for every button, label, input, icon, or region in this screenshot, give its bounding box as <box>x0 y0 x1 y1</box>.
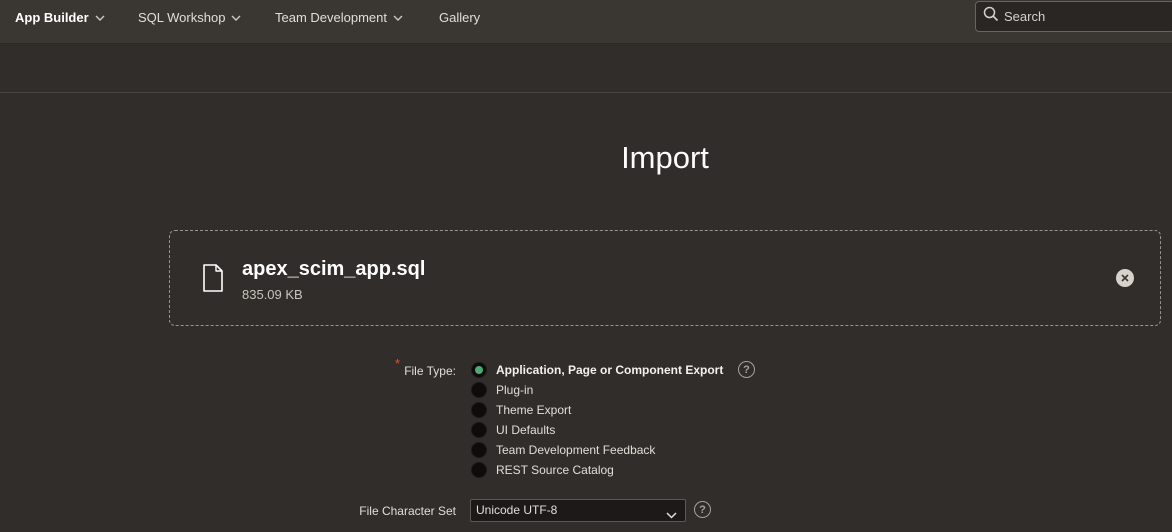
radio-rest-source-catalog[interactable]: REST Source Catalog <box>471 462 614 478</box>
radio-button[interactable] <box>471 362 487 378</box>
radio-label: Application, Page or Component Export <box>496 363 724 377</box>
radio-button[interactable] <box>471 442 487 458</box>
radio-button[interactable] <box>471 462 487 478</box>
nav-team-development-label: Team Development <box>275 10 387 25</box>
select-value: Unicode UTF-8 <box>476 503 558 517</box>
radio-label: UI Defaults <box>496 423 556 437</box>
nav-app-builder[interactable]: App Builder <box>15 0 105 36</box>
search-icon <box>983 6 999 27</box>
radio-team-development-feedback[interactable]: Team Development Feedback <box>471 442 655 458</box>
radio-ui-defaults[interactable]: UI Defaults <box>471 422 555 438</box>
nav-sql-workshop[interactable]: SQL Workshop <box>138 0 241 36</box>
help-icon[interactable]: ? <box>738 361 755 378</box>
file-icon <box>202 264 224 292</box>
radio-button[interactable] <box>471 402 487 418</box>
page-title: Import <box>621 140 709 175</box>
radio-label: REST Source Catalog <box>496 463 614 477</box>
file-name: apex_scim_app.sql <box>242 258 426 280</box>
file-dropzone[interactable]: apex_scim_app.sql 835.09 KB <box>169 230 1161 326</box>
chevron-down-icon <box>231 13 241 23</box>
help-icon[interactable]: ? <box>694 501 711 518</box>
search-input[interactable] <box>1004 9 1164 24</box>
file-character-set-label: File Character Set <box>359 504 456 518</box>
file-size: 835.09 KB <box>242 287 303 302</box>
nav-team-development[interactable]: Team Development <box>275 0 403 36</box>
radio-label: Theme Export <box>496 403 572 417</box>
nav-sql-workshop-label: SQL Workshop <box>138 10 226 25</box>
radio-button[interactable] <box>471 422 487 438</box>
file-type-label: File Type: <box>404 364 456 378</box>
nav-gallery-label: Gallery <box>439 10 481 25</box>
radio-application-export[interactable]: Application, Page or Component Export <box>471 362 723 378</box>
nav-gallery[interactable]: Gallery <box>439 0 480 36</box>
top-navigation: App Builder SQL Workshop Team Developmen… <box>0 0 1172 44</box>
radio-theme-export[interactable]: Theme Export <box>471 402 571 418</box>
radio-button[interactable] <box>471 382 487 398</box>
radio-label: Plug-in <box>496 383 534 397</box>
close-icon <box>1121 269 1129 287</box>
remove-file-button[interactable] <box>1116 269 1134 287</box>
file-character-set-select[interactable]: Unicode UTF-8 <box>470 499 686 522</box>
search-box <box>975 1 1172 32</box>
chevron-down-icon <box>393 13 403 23</box>
breadcrumb-bar <box>0 44 1172 93</box>
chevron-down-icon <box>666 506 677 527</box>
radio-label: Team Development Feedback <box>496 443 656 457</box>
chevron-down-icon <box>95 13 105 23</box>
nav-app-builder-label: App Builder <box>15 10 89 25</box>
radio-plug-in[interactable]: Plug-in <box>471 382 533 398</box>
